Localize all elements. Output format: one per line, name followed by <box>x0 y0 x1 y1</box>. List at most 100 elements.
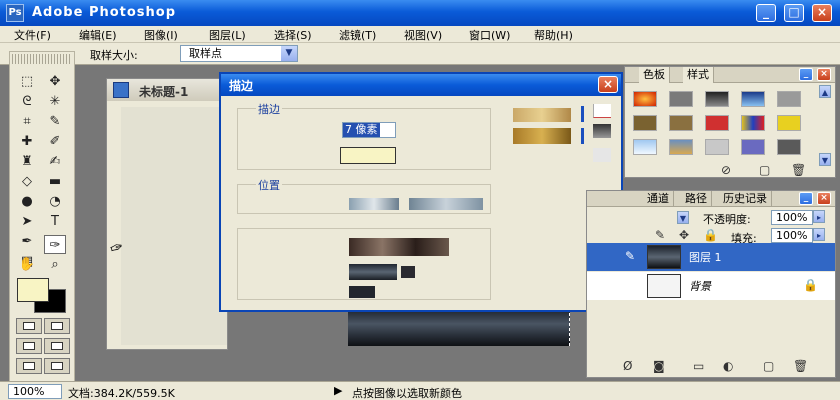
menu-help[interactable]: 帮助(H) <box>534 27 573 43</box>
chevron-down-icon[interactable]: ▼ <box>281 46 297 61</box>
move-tool-icon[interactable]: ✥ <box>44 72 66 91</box>
lasso-tool-icon[interactable]: ᘓ <box>16 92 38 111</box>
clear-style-icon[interactable]: ⊘ <box>721 163 731 177</box>
tab-channels[interactable]: 通道 <box>643 191 674 207</box>
style-swatch[interactable] <box>741 139 765 155</box>
opacity-input[interactable] <box>349 264 397 280</box>
canvas-image-selection[interactable] <box>348 308 570 346</box>
dialog-title-bar[interactable]: 描边 × <box>221 74 621 96</box>
menu-layer[interactable]: 图层(L) <box>209 27 246 43</box>
brush-tool-icon[interactable]: ✐ <box>44 132 66 151</box>
status-menu-arrow-icon[interactable]: ▶ <box>334 384 342 397</box>
toolbox-gripper[interactable] <box>12 54 72 64</box>
eraser-tool-icon[interactable]: ◇ <box>16 172 38 191</box>
opacity-slider-icon[interactable] <box>401 266 415 278</box>
scroll-up-icon[interactable]: ▲ <box>819 85 831 98</box>
eyedropper-tool-icon[interactable]: ✑ <box>44 235 66 254</box>
document-canvas[interactable] <box>121 107 227 345</box>
layer-style-icon[interactable]: Ø <box>623 359 632 373</box>
opacity-field[interactable]: 100% <box>771 210 813 225</box>
style-swatch[interactable] <box>633 91 657 107</box>
screen-mode-full-button[interactable] <box>44 338 70 354</box>
maximize-button[interactable]: □ <box>784 4 804 22</box>
crop-tool-icon[interactable]: ⌗ <box>16 112 38 131</box>
tab-history[interactable]: 历史记录 <box>719 191 772 207</box>
lock-all-icon[interactable]: 🔒 <box>703 228 718 242</box>
delete-layer-icon[interactable]: 🗑 <box>793 359 808 373</box>
blend-mode-select[interactable] <box>349 238 449 256</box>
blur-tool-icon[interactable]: ● <box>16 192 38 211</box>
stroke-preview-icon[interactable] <box>593 148 611 162</box>
stroke-color-swatch[interactable] <box>340 147 396 164</box>
layer-row[interactable]: 背景 🔒 <box>587 272 835 300</box>
blend-mode-dropdown-icon[interactable]: ▼ <box>677 211 689 224</box>
foreground-color-swatch[interactable] <box>17 278 49 302</box>
new-group-icon[interactable]: ▭ <box>693 359 704 373</box>
new-layer-icon[interactable]: ▢ <box>763 359 774 373</box>
pen-tool-icon[interactable]: ✒ <box>16 232 38 251</box>
style-swatch[interactable] <box>705 115 729 131</box>
screen-mode-standard-button[interactable] <box>16 338 42 354</box>
scroll-down-icon[interactable]: ▼ <box>819 153 831 166</box>
stroke-style-icon[interactable] <box>593 104 611 118</box>
healing-brush-tool-icon[interactable]: ✚ <box>16 132 38 151</box>
close-button[interactable]: × <box>812 4 832 22</box>
tab-swatches[interactable]: 色板 <box>639 67 670 83</box>
path-selection-tool-icon[interactable]: ➤ <box>16 212 38 231</box>
lock-brush-icon[interactable]: ✎ <box>655 228 665 242</box>
menu-edit[interactable]: 编辑(E) <box>79 27 117 43</box>
style-swatch[interactable] <box>777 115 801 131</box>
ok-button[interactable] <box>513 108 571 122</box>
fill-slider-icon[interactable]: ▸ <box>813 228 825 241</box>
dodge-tool-icon[interactable]: ◔ <box>44 192 66 211</box>
quick-mask-mode-button[interactable] <box>44 318 70 334</box>
style-swatch[interactable] <box>741 91 765 107</box>
type-tool-icon[interactable]: T <box>44 212 66 231</box>
new-style-icon[interactable]: ▢ <box>759 163 770 177</box>
cancel-button[interactable] <box>513 128 571 144</box>
document-title-bar[interactable]: 未标题-1 <box>107 79 227 101</box>
hand-tool-icon[interactable]: ✋ <box>16 255 38 274</box>
width-input[interactable]: 7 像素 <box>342 122 396 138</box>
jump-to-imageready-button[interactable] <box>16 358 42 374</box>
panel-close-button[interactable]: × <box>817 192 831 205</box>
opacity-slider-icon[interactable]: ▸ <box>813 210 825 223</box>
fill-field[interactable]: 100% <box>771 228 813 243</box>
panel-minimize-button[interactable]: _ <box>799 192 813 205</box>
adjustment-layer-icon[interactable]: ◐ <box>723 359 733 373</box>
gradient-tool-icon[interactable]: ▬ <box>44 172 66 191</box>
style-swatch[interactable] <box>669 115 693 131</box>
preserve-transparency-checkbox[interactable] <box>349 286 375 298</box>
clone-stamp-tool-icon[interactable]: ♜ <box>16 152 38 171</box>
minimize-button[interactable]: _ <box>756 4 776 22</box>
delete-style-icon[interactable]: 🗑 <box>791 163 806 177</box>
standard-mode-button[interactable] <box>16 318 42 334</box>
zoom-tool-icon[interactable]: ⌕ <box>44 255 66 274</box>
style-swatch[interactable] <box>669 91 693 107</box>
location-inside-option[interactable] <box>349 198 399 210</box>
layer-mask-icon[interactable]: ◙ <box>653 359 665 373</box>
style-swatch[interactable] <box>705 91 729 107</box>
lock-move-icon[interactable]: ✥ <box>679 228 689 242</box>
tab-styles[interactable]: 样式 <box>683 67 714 83</box>
style-swatch[interactable] <box>777 139 801 155</box>
style-swatch[interactable] <box>633 139 657 155</box>
magic-wand-tool-icon[interactable]: ✳ <box>44 92 66 111</box>
menu-image[interactable]: 图像(I) <box>144 27 178 43</box>
menu-view[interactable]: 视图(V) <box>404 27 442 43</box>
style-swatch[interactable] <box>705 139 729 155</box>
stroke-preview-icon[interactable] <box>593 124 611 138</box>
panel-close-button[interactable]: × <box>817 68 831 81</box>
history-brush-tool-icon[interactable]: ✍ <box>44 152 66 171</box>
style-swatch[interactable] <box>741 115 765 131</box>
style-swatch[interactable] <box>669 139 693 155</box>
menu-window[interactable]: 窗口(W) <box>469 27 510 43</box>
layer-row[interactable]: ✎ 图层 1 <box>587 243 835 271</box>
tab-paths[interactable]: 路径 <box>681 191 712 207</box>
jump-to-browser-button[interactable] <box>44 358 70 374</box>
zoom-field[interactable]: 100% <box>8 384 62 399</box>
slice-tool-icon[interactable]: ✎ <box>44 112 66 131</box>
style-swatch[interactable] <box>633 115 657 131</box>
menu-file[interactable]: 文件(F) <box>14 27 51 43</box>
dialog-close-button[interactable]: × <box>598 76 618 93</box>
